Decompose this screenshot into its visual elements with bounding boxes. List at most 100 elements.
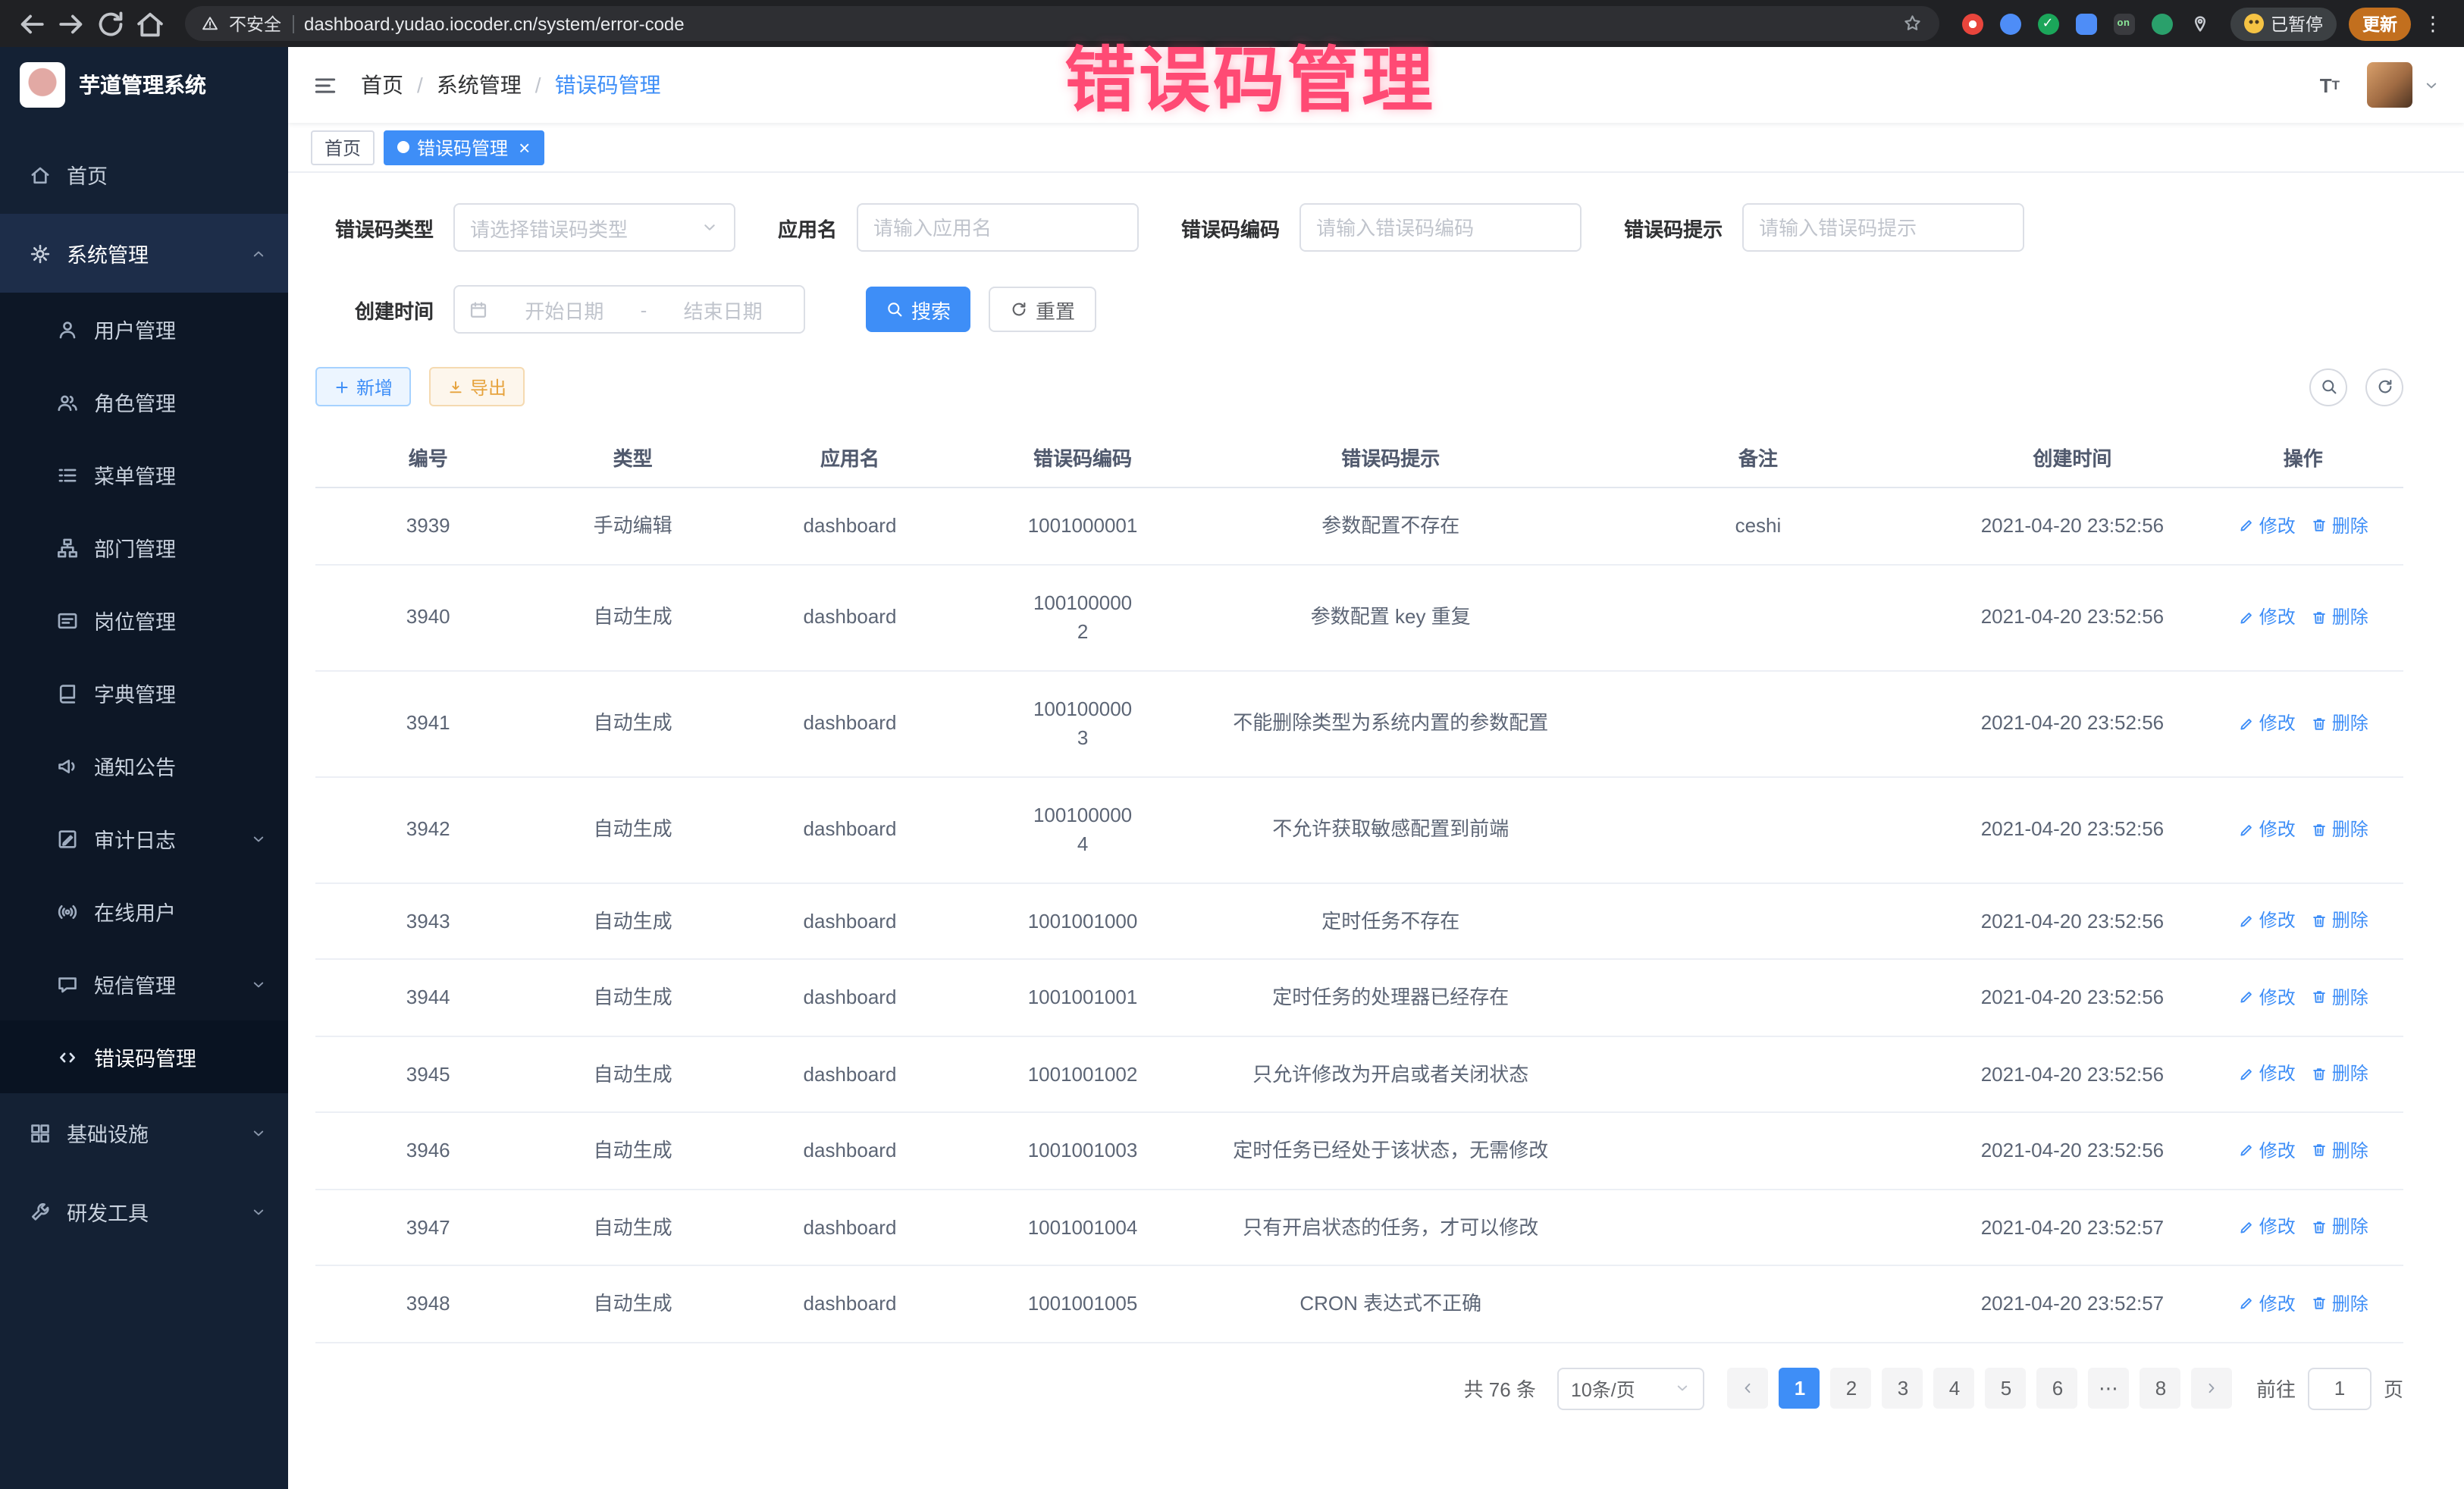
page-button-3[interactable]: 3: [1882, 1368, 1923, 1409]
prev-page-button[interactable]: [1728, 1368, 1769, 1409]
sidebar-item-post-management[interactable]: 岗位管理: [0, 584, 288, 657]
page-button-8[interactable]: 8: [2140, 1368, 2181, 1409]
delete-link[interactable]: 删除: [2311, 1214, 2368, 1241]
page-button-5[interactable]: 5: [1986, 1368, 2027, 1409]
edit-link[interactable]: 修改: [2238, 984, 2296, 1011]
cell-remark: [1591, 975, 1926, 1020]
sidebar-item-sms-management[interactable]: 短信管理: [0, 948, 288, 1020]
ext-green-check-icon[interactable]: ✓: [2036, 11, 2060, 36]
delete-link[interactable]: 删除: [2311, 908, 2368, 935]
edit-link[interactable]: 修改: [2238, 1061, 2296, 1088]
reload-icon[interactable]: [94, 7, 127, 40]
app-logo-area[interactable]: 芋道管理系统: [0, 47, 288, 123]
error-hint-input[interactable]: [1742, 203, 2024, 252]
breadcrumb-item-home[interactable]: 首页: [361, 70, 403, 100]
error-code-input[interactable]: [1299, 203, 1582, 252]
next-page-button[interactable]: [2192, 1368, 2233, 1409]
page-button-1[interactable]: 1: [1779, 1368, 1820, 1409]
delete-link[interactable]: 删除: [2311, 1290, 2368, 1318]
omnibox[interactable]: 不安全 dashboard.yudao.iocoder.cn/system/er…: [185, 6, 1939, 41]
cell-app: dashboard: [725, 580, 975, 655]
page-button-2[interactable]: 2: [1831, 1368, 1872, 1409]
forward-icon[interactable]: [55, 7, 88, 40]
edit-link[interactable]: 修改: [2238, 513, 2296, 540]
back-icon[interactable]: [15, 7, 49, 40]
avatar-caret-icon[interactable]: [2423, 77, 2440, 93]
edit-pencil-icon: [2238, 518, 2255, 534]
sidebar-item-menu-management[interactable]: 菜单管理: [0, 438, 288, 511]
goto-page-input[interactable]: [2308, 1367, 2372, 1409]
plus-icon: [334, 378, 350, 395]
edit-link[interactable]: 修改: [2238, 1290, 2296, 1318]
ext-grid-icon[interactable]: [2074, 11, 2098, 36]
sidebar-item-infrastructure[interactable]: 基础设施: [0, 1093, 288, 1172]
edit-link[interactable]: 修改: [2238, 816, 2296, 843]
delete-link[interactable]: 删除: [2311, 513, 2368, 540]
bookmark-star-icon[interactable]: [1903, 14, 1922, 33]
export-button[interactable]: 导出: [429, 367, 525, 406]
chrome-update-button[interactable]: 更新: [2349, 7, 2411, 40]
sidebar-item-dict-management[interactable]: 字典管理: [0, 657, 288, 729]
edit-link[interactable]: 修改: [2238, 710, 2296, 737]
ext-blue-icon[interactable]: [1998, 11, 2022, 36]
edit-link[interactable]: 修改: [2238, 908, 2296, 935]
page-button-4[interactable]: 4: [1934, 1368, 1975, 1409]
delete-link[interactable]: 删除: [2311, 984, 2368, 1011]
edit-link[interactable]: 修改: [2238, 1214, 2296, 1241]
add-button[interactable]: 新增: [315, 367, 411, 406]
page-button-6[interactable]: 6: [2037, 1368, 2078, 1409]
search-button[interactable]: 搜索: [866, 287, 970, 332]
delete-link[interactable]: 删除: [2311, 816, 2368, 843]
sidebar-item-dept-management[interactable]: 部门管理: [0, 511, 288, 584]
user-avatar[interactable]: [2367, 62, 2412, 108]
app-name-input[interactable]: [857, 203, 1139, 252]
toggle-search-button[interactable]: [2309, 368, 2347, 406]
ext-pin-icon[interactable]: [2187, 11, 2212, 36]
delete-link[interactable]: 删除: [2311, 1061, 2368, 1088]
more-pages-button[interactable]: ⋯: [2089, 1368, 2130, 1409]
delete-link[interactable]: 删除: [2311, 603, 2368, 631]
error-type-select[interactable]: 请选择错误码类型: [453, 203, 735, 252]
sidebar-item-system-management[interactable]: 系统管理: [0, 214, 288, 293]
home-icon[interactable]: [133, 7, 167, 40]
profile-paused-badge[interactable]: 已暂停: [2230, 7, 2337, 40]
close-icon[interactable]: ×: [519, 137, 530, 157]
ext-red-icon[interactable]: [1960, 11, 1984, 36]
sidebar-item-role-management[interactable]: 角色管理: [0, 365, 288, 438]
sidebar-item-home[interactable]: 首页: [0, 135, 288, 214]
cell-code: 1001000001: [975, 488, 1190, 563]
cell-operations: 修改删除: [2220, 1191, 2387, 1264]
app-logo: [20, 62, 65, 108]
date-range-picker[interactable]: 开始日期 - 结束日期: [453, 285, 805, 334]
delete-link[interactable]: 删除: [2311, 1137, 2368, 1165]
edit-pencil-icon: [2238, 609, 2255, 625]
ext-dark-on-icon[interactable]: on: [2111, 11, 2136, 36]
delete-link[interactable]: 删除: [2311, 710, 2368, 737]
trash-icon: [2311, 1143, 2328, 1159]
table-row: 3944自动生成dashboard1001001001定时任务的处理器已经存在2…: [315, 960, 2403, 1036]
warning-icon: [202, 15, 218, 32]
hamburger-icon[interactable]: [312, 72, 338, 98]
edit-link[interactable]: 修改: [2238, 603, 2296, 631]
sidebar-item-dev-tools[interactable]: 研发工具: [0, 1172, 288, 1251]
sidebar-item-user-management[interactable]: 用户管理: [0, 293, 288, 365]
kebab-menu-icon[interactable]: ⋮: [2423, 11, 2443, 36]
breadcrumb-item-system[interactable]: 系统管理: [437, 70, 522, 100]
refresh-table-button[interactable]: [2365, 368, 2403, 406]
tag-error-code-management[interactable]: 错误码管理×: [384, 130, 544, 165]
page-size-select[interactable]: 10条/页: [1557, 1367, 1704, 1409]
profile-avatar-icon: [2243, 14, 2263, 33]
sidebar-item-online-users[interactable]: 在线用户: [0, 875, 288, 948]
cell-id: 3944: [315, 960, 541, 1035]
ext-green-icon[interactable]: [2149, 11, 2174, 36]
reset-button[interactable]: 重置: [989, 287, 1096, 332]
sidebar-item-error-code-management[interactable]: 错误码管理: [0, 1020, 288, 1093]
page-unit-label: 页: [2384, 1374, 2403, 1403]
sidebar-item-audit-log[interactable]: 审计日志: [0, 802, 288, 875]
sidebar-item-notice-announcement[interactable]: 通知公告: [0, 729, 288, 802]
tag-home[interactable]: 首页: [311, 130, 375, 165]
edit-link[interactable]: 修改: [2238, 1137, 2296, 1165]
chevron-down-icon: [250, 976, 267, 992]
font-size-icon[interactable]: TT: [2320, 74, 2340, 96]
column-header: 操作: [2220, 428, 2387, 487]
